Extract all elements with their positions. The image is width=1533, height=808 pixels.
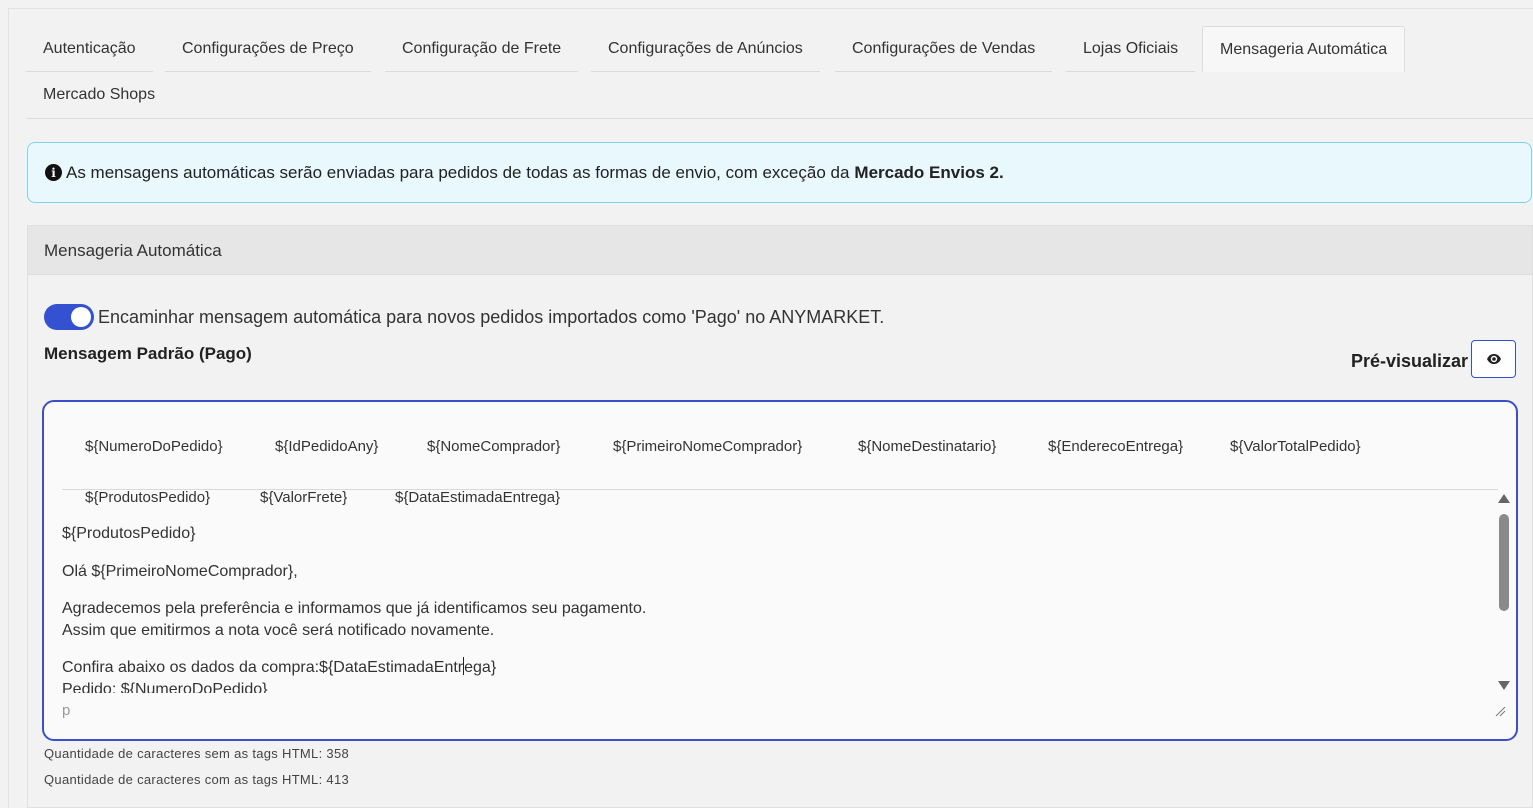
tab-configuracoes-preco[interactable]: Configurações de Preço (165, 26, 371, 72)
scroll-down-arrow-icon[interactable] (1498, 681, 1510, 690)
tab-configuracao-frete[interactable]: Configuração de Frete (385, 26, 579, 72)
resize-handle-icon[interactable] (1494, 705, 1506, 717)
editor-line: Olá ${PrimeiroNomeComprador}, (62, 563, 298, 580)
tag-nome-comprador[interactable]: ${NomeComprador} (427, 438, 560, 455)
editor-line-part: Confira abaixo os dados da compra:${Data… (62, 659, 464, 676)
editor-line: ${ProdutosPedido} (62, 525, 196, 542)
char-count-without-html: Quantidade de caracteres sem as tags HTM… (44, 746, 350, 761)
tag-primeiro-nome-comprador[interactable]: ${PrimeiroNomeComprador} (613, 438, 802, 455)
tab-configuracoes-anuncios[interactable]: Configurações de Anúncios (591, 26, 820, 72)
info-alert: i As mensagens automáticas serão enviada… (27, 142, 1532, 203)
tab-autenticacao[interactable]: Autenticação (26, 26, 153, 72)
editor-line-part: ega} (464, 659, 497, 676)
editor-line: Agradecemos pela preferência e informamo… (62, 600, 647, 617)
forward-message-setting: Encaminhar mensagem automática para novo… (44, 304, 884, 330)
alert-bold-text: Mercado Envios 2. (854, 162, 1004, 182)
scrollbar-thumb[interactable] (1499, 514, 1509, 611)
tab-mensageria-automatica[interactable]: Mensageria Automática (1202, 26, 1406, 72)
editor-scrollbar[interactable] (1497, 492, 1511, 692)
tag-valor-total-pedido[interactable]: ${ValorTotalPedido} (1230, 438, 1361, 455)
tag-numero-pedido[interactable]: ${NumeroDoPedido} (85, 438, 223, 455)
editor-line: Assim que emitirmos a nota você será not… (62, 622, 495, 639)
preview-button[interactable] (1471, 340, 1516, 378)
editor-line: Confira abaixo os dados da compra:${Data… (62, 657, 496, 679)
char-count-with-html: Quantidade de caracteres com as tags HTM… (44, 772, 350, 787)
toggle-knob (71, 307, 91, 327)
editor-content[interactable]: ${ProdutosPedido} Olá ${PrimeiroNomeComp… (62, 493, 1494, 693)
info-circle-icon: i (45, 164, 62, 181)
forward-message-toggle[interactable] (44, 304, 94, 330)
panel-title: Mensageria Automática (28, 226, 1532, 275)
alert-text: As mensagens automáticas serão enviadas … (66, 162, 850, 182)
preview-label: Pré-visualizar (1350, 351, 1468, 371)
tab-mercado-shops[interactable]: Mercado Shops (26, 72, 172, 118)
automatic-messaging-panel: Mensageria Automática Encaminhar mensage… (27, 225, 1533, 808)
editor-line: Pedido: ${NumeroDoPedido} (62, 681, 268, 693)
scroll-up-arrow-icon[interactable] (1498, 494, 1510, 503)
tab-bar: Autenticação Configurações de Preço Conf… (26, 26, 1533, 119)
message-label: Mensagem Padrão (Pago) (44, 344, 252, 363)
tag-endereco-entrega[interactable]: ${EnderecoEntrega} (1048, 438, 1183, 455)
toggle-label: Encaminhar mensagem automática para novo… (98, 306, 885, 327)
editor-element-path: p (62, 702, 71, 719)
message-editor[interactable]: ${NumeroDoPedido} ${IdPedidoAny} ${NomeC… (42, 400, 1518, 741)
tag-nome-destinatario[interactable]: ${NomeDestinatario} (858, 438, 996, 455)
tab-configuracoes-vendas[interactable]: Configurações de Vendas (835, 26, 1053, 72)
tag-id-pedido-any[interactable]: ${IdPedidoAny} (275, 438, 378, 455)
eye-icon (1486, 354, 1501, 364)
tab-lojas-oficiais[interactable]: Lojas Oficiais (1066, 26, 1196, 72)
tag-toolbar: ${NumeroDoPedido} ${IdPedidoAny} ${NomeC… (62, 402, 1498, 506)
